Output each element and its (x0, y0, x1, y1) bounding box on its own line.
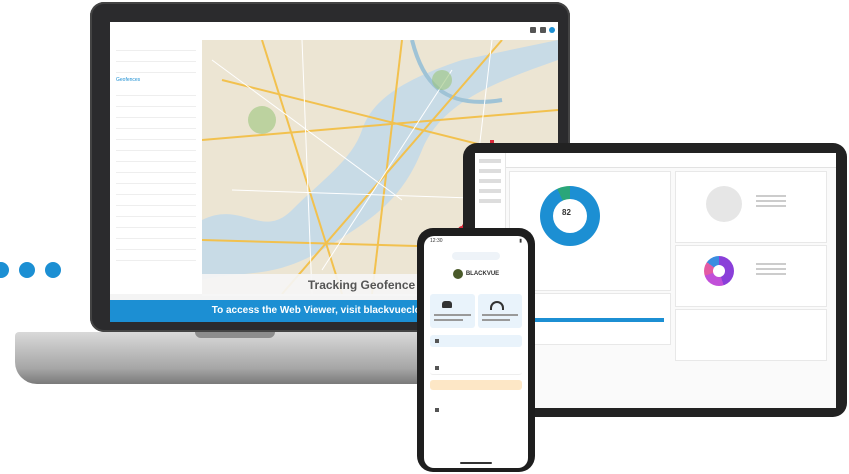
phone-tiles (424, 292, 528, 330)
legend (756, 260, 786, 278)
laptop-sidebar: Geofences (110, 40, 203, 294)
sidebar-item[interactable] (479, 159, 501, 163)
grid-icon[interactable] (530, 27, 536, 33)
sidebar-row[interactable] (116, 142, 196, 151)
sidebar-row[interactable] (116, 230, 196, 239)
logo-mark (452, 269, 463, 279)
wifi-icon (489, 301, 504, 310)
sidebar-row[interactable] (116, 153, 196, 162)
section-label (424, 353, 528, 357)
status-time: 12:30 (430, 238, 443, 244)
tab-geofences[interactable]: Geofences (116, 77, 196, 83)
sidebar-row[interactable] (116, 64, 196, 73)
sidebar-item[interactable] (479, 199, 501, 203)
avatar[interactable] (549, 27, 555, 33)
logo-text: BLACKVUE (465, 271, 500, 277)
home-indicator (460, 462, 492, 464)
laptop-notch (195, 332, 275, 338)
sidebar-row[interactable] (116, 42, 196, 51)
sidebar-item[interactable] (479, 189, 501, 193)
legend-line (756, 273, 786, 275)
sidebar-row[interactable] (116, 53, 196, 62)
sidebar-row[interactable] (116, 208, 196, 217)
legend-line (756, 200, 786, 202)
events-pie (704, 256, 734, 286)
phone-alert[interactable] (430, 380, 522, 390)
tile-caption (481, 314, 518, 316)
sidebar-row[interactable] (116, 164, 196, 173)
legend-line (756, 263, 786, 265)
decorative-dots (0, 262, 61, 278)
cloud-icon (442, 301, 452, 308)
sidebar-row[interactable] (116, 175, 196, 184)
dot (45, 262, 61, 278)
events-card (675, 245, 827, 307)
legend (756, 192, 786, 210)
phone-status-bar: 12:30 ▮ (424, 236, 528, 250)
tile-caption (434, 319, 463, 321)
phone-action-button[interactable] (430, 335, 522, 347)
sidebar-row[interactable] (116, 241, 196, 250)
sidebar-row[interactable] (116, 87, 196, 96)
sidebar-row[interactable] (116, 109, 196, 118)
donut-value: 82 (562, 208, 571, 217)
sidebar-row[interactable] (116, 219, 196, 228)
phone-list-item[interactable] (430, 404, 522, 416)
sidebar-row[interactable] (116, 120, 196, 129)
phone-screen: 12:30 ▮ BLACKVUE (424, 236, 528, 468)
tile-caption (434, 314, 471, 316)
legend-line (756, 205, 786, 207)
battery-icon: ▮ (519, 238, 522, 244)
tile-caption (481, 319, 510, 321)
tab-switcher[interactable] (452, 252, 500, 260)
sidebar-row[interactable] (116, 131, 196, 140)
dot (19, 262, 35, 278)
cloud-tile[interactable] (430, 294, 475, 328)
legend-line (756, 268, 786, 270)
sidebar-row[interactable] (116, 98, 196, 107)
sidebar-item[interactable] (479, 169, 501, 173)
device-table-card (675, 309, 827, 361)
sidebar-row[interactable] (116, 252, 196, 261)
laptop-topbar (110, 22, 558, 41)
tablet-topbar (475, 153, 836, 168)
empty-chart (706, 186, 742, 222)
laptop-base (15, 332, 435, 384)
wifi-tile[interactable] (477, 294, 522, 328)
sidebar-item[interactable] (479, 179, 501, 183)
blackvue-logo: BLACKVUE (449, 266, 503, 282)
sidebar-row[interactable] (116, 186, 196, 195)
settings-icon[interactable] (540, 27, 546, 33)
legend-line (756, 195, 786, 197)
summary-card (675, 171, 827, 243)
dot (0, 262, 9, 278)
usage-bar (514, 318, 664, 322)
sidebar-row[interactable] (116, 197, 196, 206)
phone-list-item[interactable] (430, 362, 522, 375)
